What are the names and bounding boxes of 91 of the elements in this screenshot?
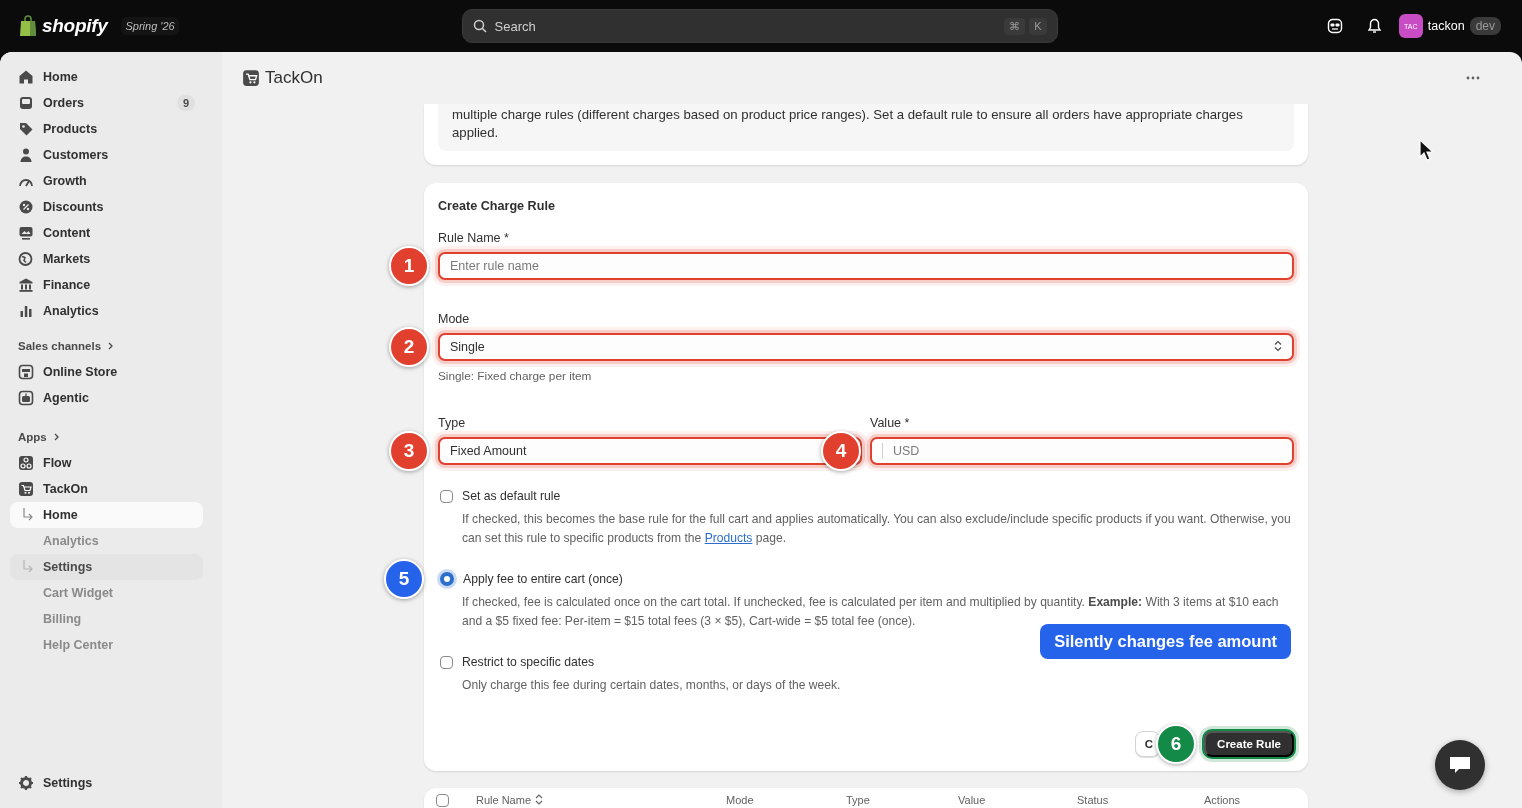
field-label: Rule Name * bbox=[438, 231, 510, 245]
input-field[interactable]: USD bbox=[870, 437, 1294, 465]
nav-item[interactable]: Flow bbox=[10, 450, 203, 476]
assistant-button[interactable] bbox=[1326, 18, 1343, 34]
nav-item[interactable]: Home bbox=[10, 64, 203, 90]
section-link[interactable]: Sales channels bbox=[10, 333, 203, 359]
select-field[interactable]: Single bbox=[438, 333, 1294, 361]
nav-item[interactable]: Agentic bbox=[10, 385, 203, 411]
radio-button[interactable] bbox=[440, 572, 454, 586]
checkbox[interactable] bbox=[440, 655, 453, 669]
store-badge: dev bbox=[1469, 17, 1501, 35]
option-label: Restrict to specific dates bbox=[462, 655, 595, 669]
nav-item[interactable]: Online Store bbox=[10, 359, 203, 385]
brand-name: shopify bbox=[42, 15, 108, 37]
nav-subitem[interactable]: Home bbox=[10, 502, 203, 528]
app-title: TackOn bbox=[265, 68, 323, 88]
nav-item[interactable]: Discounts bbox=[10, 194, 203, 220]
notifications-button[interactable] bbox=[1366, 18, 1382, 34]
chevron-icon bbox=[106, 341, 115, 351]
step-badge: 5 bbox=[384, 559, 424, 599]
column-header: Mode bbox=[726, 794, 754, 808]
nav-item[interactable]: Analytics bbox=[10, 298, 203, 324]
nodes-icon bbox=[18, 455, 34, 471]
nav-item[interactable]: Finance bbox=[10, 272, 203, 298]
create-rule-button[interactable]: Create Rule bbox=[1204, 731, 1294, 757]
nav-item[interactable]: Growth bbox=[10, 168, 203, 194]
store-name: tackon bbox=[1427, 19, 1465, 33]
person-icon bbox=[18, 147, 34, 163]
card-title: Create Charge Rule bbox=[438, 199, 556, 213]
nav-subitem[interactable]: Settings bbox=[10, 554, 203, 580]
cart-icon bbox=[18, 481, 34, 497]
nav-item[interactable]: Content bbox=[10, 220, 203, 246]
sort-icon bbox=[535, 794, 544, 805]
products-link[interactable]: Products bbox=[704, 531, 753, 545]
nav-item[interactable]: Products bbox=[10, 116, 203, 142]
discount-icon bbox=[18, 199, 34, 215]
globe-icon bbox=[18, 251, 34, 267]
help-text: Single: Fixed charge per item bbox=[438, 369, 593, 383]
home-icon bbox=[18, 69, 34, 85]
step-badge: 3 bbox=[389, 431, 429, 471]
field-label: Type bbox=[438, 416, 467, 430]
select-all-checkbox[interactable] bbox=[436, 794, 449, 807]
column-header[interactable]: Rule Name bbox=[476, 794, 544, 808]
bank-icon bbox=[18, 277, 34, 293]
bar-chart-icon bbox=[18, 303, 34, 319]
help-text: Only charge this fee during certain dates, months, or days of the week. bbox=[462, 677, 842, 694]
nav-item[interactable]: Customers bbox=[10, 142, 203, 168]
info-text: multiple charge rules (different charges based on product price ranges). Set a default rule to ensure all orders have appropriate charges applied. bbox=[438, 104, 1294, 151]
branch-arrow-icon bbox=[22, 560, 34, 574]
field-label: Mode bbox=[438, 312, 471, 326]
bag-icon bbox=[18, 15, 38, 37]
cart-icon bbox=[242, 69, 260, 87]
step-badge: 1 bbox=[389, 246, 429, 286]
count-badge: 9 bbox=[176, 95, 195, 111]
bell-icon bbox=[1366, 18, 1382, 34]
gear-icon bbox=[18, 775, 34, 791]
robot-icon bbox=[18, 390, 34, 406]
option-label: Apply fee to entire cart (once) bbox=[463, 572, 623, 586]
section-link[interactable]: Apps bbox=[10, 424, 203, 450]
store-icon bbox=[18, 364, 34, 380]
speech-bubble-icon bbox=[1448, 755, 1472, 775]
cursor-icon bbox=[1419, 139, 1433, 161]
option-label: Set as default rule bbox=[462, 489, 561, 503]
column-header: Status bbox=[1077, 794, 1109, 808]
ellipsis-icon bbox=[1466, 76, 1480, 80]
shortcut-key: ⌘ bbox=[1004, 17, 1026, 35]
shortcut-key: K bbox=[1029, 17, 1047, 35]
nav-item[interactable]: TackOn bbox=[10, 476, 203, 502]
monitor-icon bbox=[18, 225, 34, 241]
up-down-chevron-icon bbox=[1274, 339, 1282, 352]
inbox-icon bbox=[18, 95, 34, 111]
search-field[interactable]: Search ⌘ K bbox=[461, 9, 1058, 43]
step-badge: 2 bbox=[389, 327, 429, 367]
field-label: Value * bbox=[870, 416, 911, 430]
search-icon bbox=[472, 19, 487, 33]
help-text: If checked, this becomes the base rule for the full cart and applies automatically. You can also exclude/include specific products if you want. Otherwise, you can set this rule to specific products from the Products page. bbox=[462, 511, 1292, 547]
column-header: Type bbox=[846, 794, 870, 808]
annotation-callout: Silently changes fee amount bbox=[1040, 624, 1291, 659]
nav-item[interactable]: Orders 9 bbox=[10, 90, 203, 116]
checkbox[interactable] bbox=[440, 489, 453, 503]
goggles-icon bbox=[1326, 18, 1343, 34]
nav-item[interactable]: Markets bbox=[10, 246, 203, 272]
input-field[interactable]: Enter rule name bbox=[438, 252, 1294, 280]
step-badge: 4 bbox=[821, 431, 861, 471]
column-header: Value bbox=[958, 794, 986, 808]
step-badge: 6 bbox=[1156, 724, 1197, 764]
column-header: Actions bbox=[1204, 794, 1241, 808]
nav-item[interactable]: Settings bbox=[10, 770, 203, 796]
tag-icon bbox=[18, 121, 34, 137]
release-label: Spring '26 bbox=[121, 17, 179, 35]
branch-arrow-icon bbox=[22, 508, 34, 522]
